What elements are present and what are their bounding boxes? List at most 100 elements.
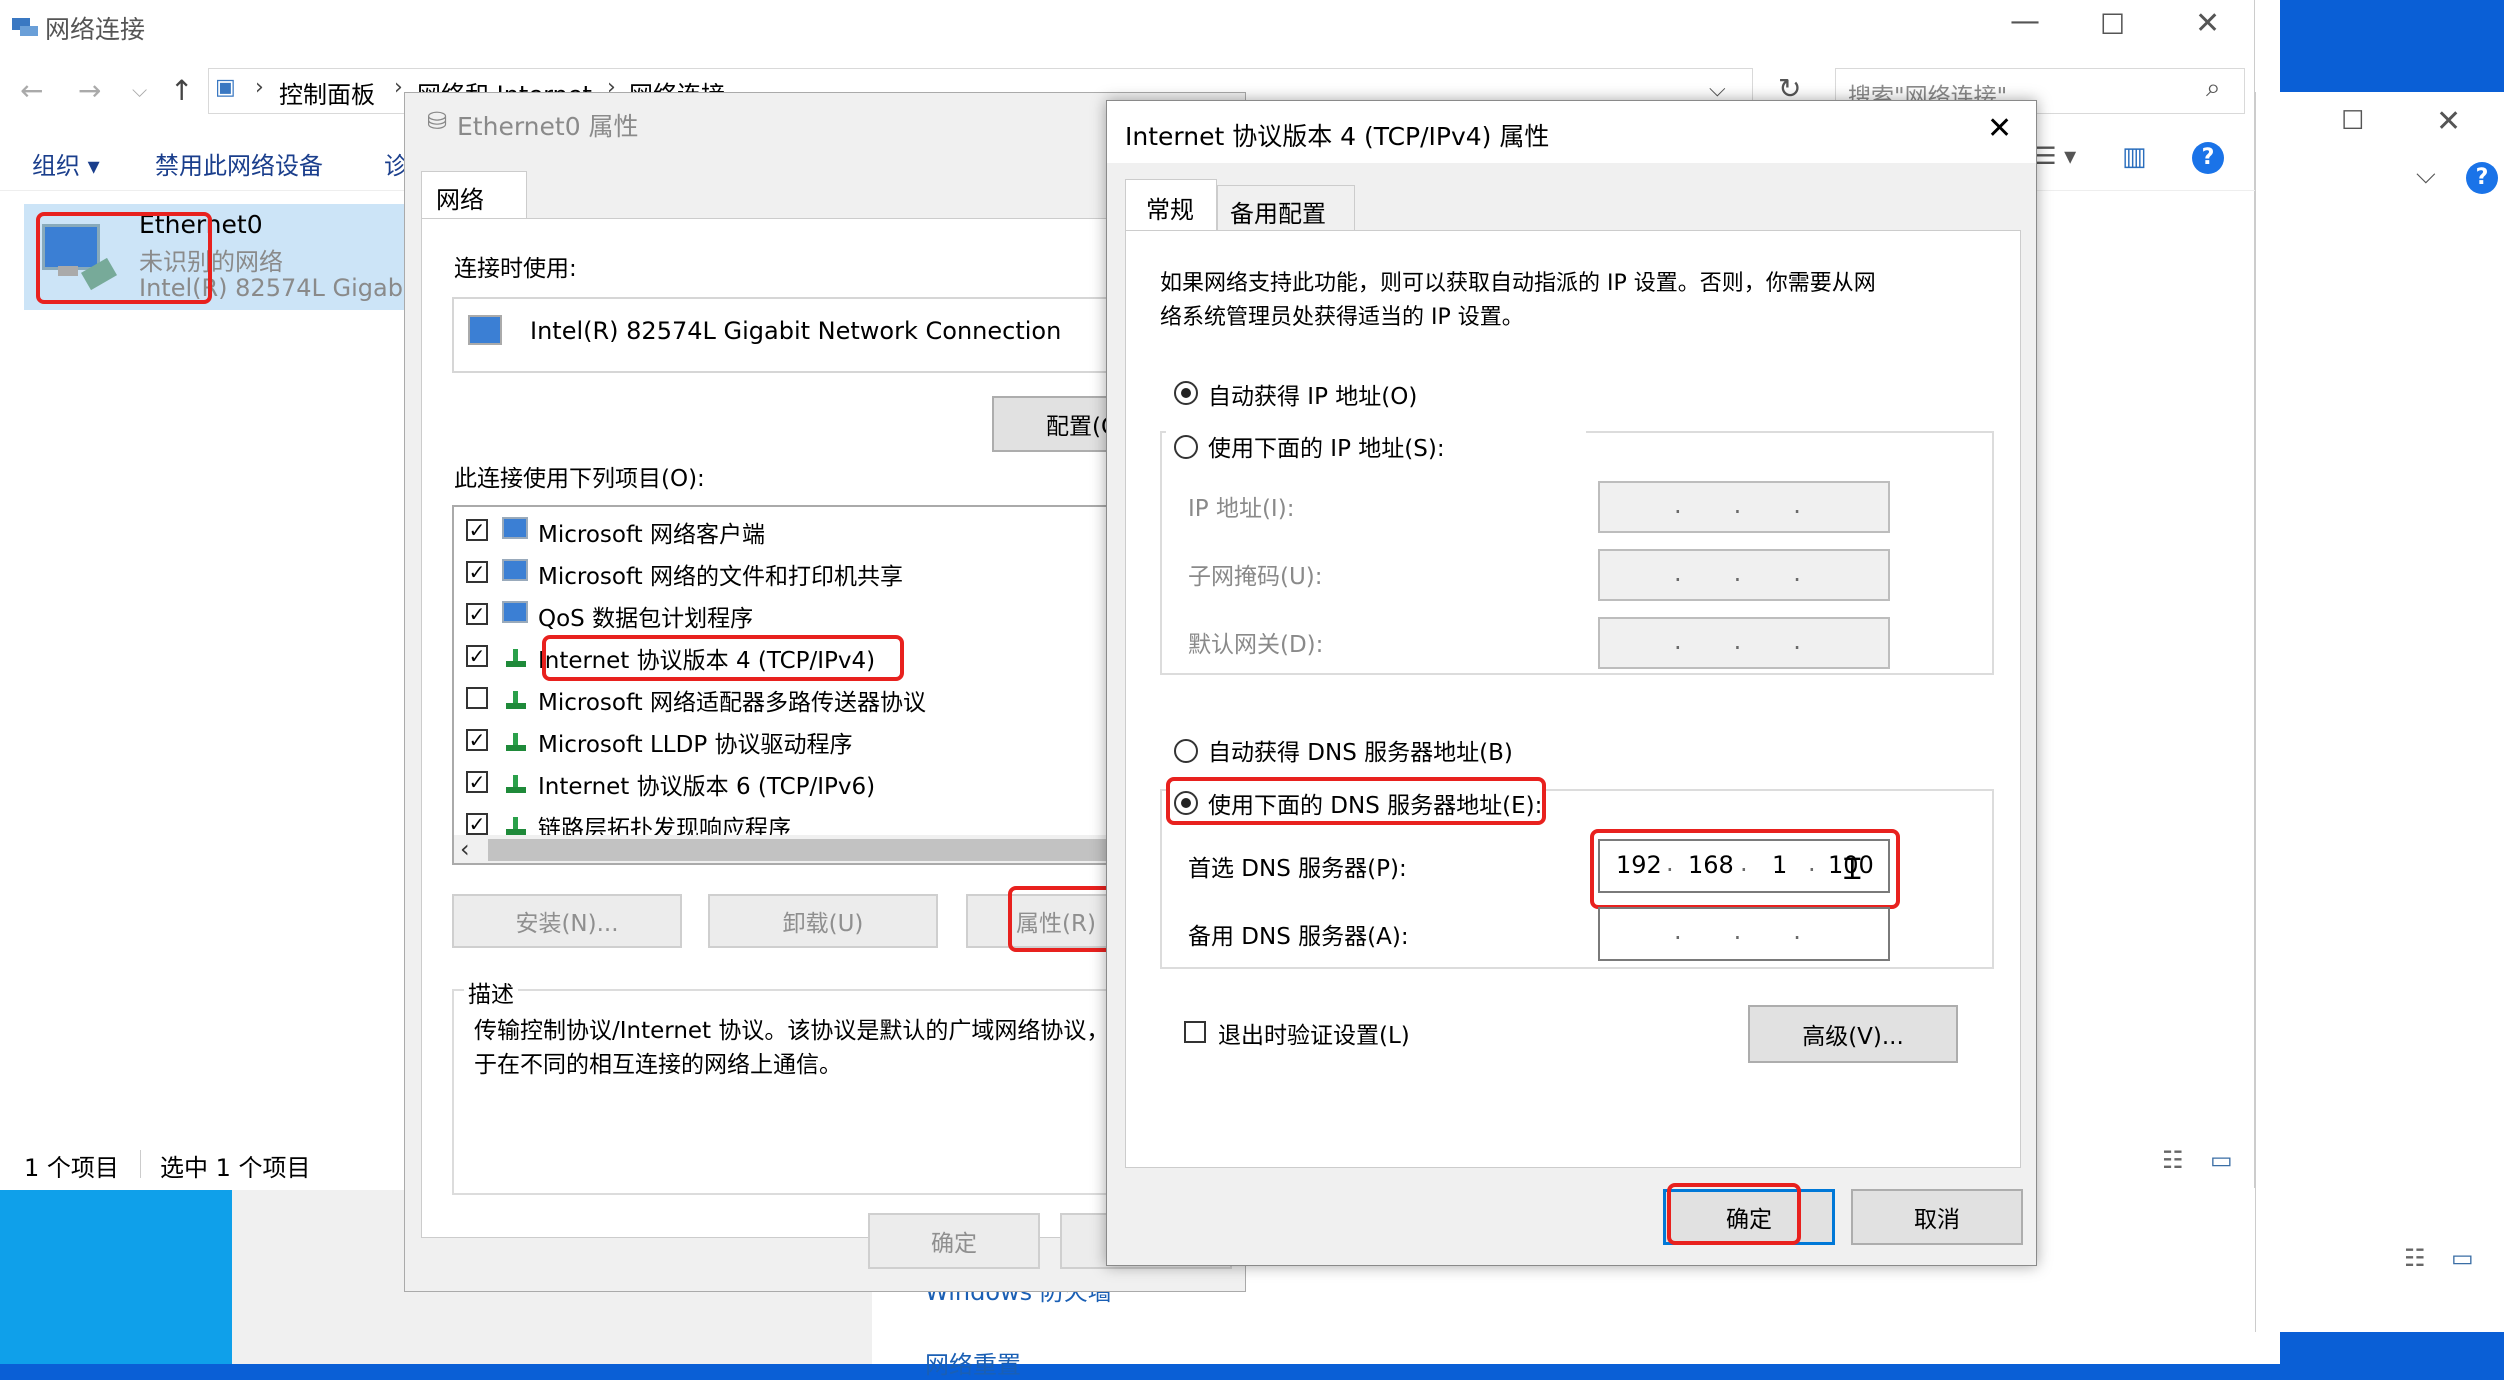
settings-window-right: ☐ ✕ ⌵ ? ☷ ▭ xyxy=(2255,92,2504,1332)
subnet-mask-field[interactable]: ... xyxy=(1598,549,1890,601)
ip-address-label: IP 地址(I): xyxy=(1188,496,1295,522)
protocol-icon xyxy=(506,733,526,751)
scroll-left-icon[interactable]: ‹ xyxy=(460,835,470,863)
tab-network-label: 网络 xyxy=(436,186,484,214)
window-title: 网络连接 xyxy=(45,15,146,44)
help-icon[interactable]: ? xyxy=(2466,162,2498,194)
protocol-icon xyxy=(506,649,526,667)
maximize-icon[interactable]: ☐ xyxy=(2341,106,2364,136)
item-checkbox[interactable]: ✓ xyxy=(466,561,488,583)
manual-ip-label[interactable]: 使用下面的 IP 地址(S): xyxy=(1208,429,1445,463)
item-checkbox[interactable]: ✓ xyxy=(466,813,488,835)
protocol-icon xyxy=(506,691,526,709)
adapter-icon xyxy=(468,315,502,345)
alternate-dns-label: 备用 DNS 服务器(A): xyxy=(1188,924,1409,950)
manual-ip-radio[interactable] xyxy=(1174,435,1198,459)
status-item-count: 1 个项目 xyxy=(24,1154,119,1182)
status-divider xyxy=(140,1150,141,1178)
view-options-icon[interactable]: ☰ ▾ xyxy=(2035,142,2076,170)
tab-general[interactable]: 常规 xyxy=(1125,179,1217,231)
install-button-label: 安装(N)... xyxy=(515,911,619,937)
auto-dns-label[interactable]: 自动获得 DNS 服务器地址(B) xyxy=(1208,733,1513,767)
item-label: Microsoft 网络的文件和打印机共享 xyxy=(538,564,903,590)
highlight-ok-button xyxy=(1667,1183,1801,1245)
protocol-icon xyxy=(506,817,526,835)
close-icon[interactable]: ✕ xyxy=(2436,104,2461,139)
uninstall-button[interactable]: 卸载(U) xyxy=(708,894,938,948)
tab-alternate-label: 备用配置 xyxy=(1230,200,1326,228)
tab-network[interactable]: 网络 xyxy=(421,171,527,219)
organize-menu[interactable]: 组织 ▾ xyxy=(32,146,100,181)
validate-checkbox[interactable] xyxy=(1184,1021,1206,1043)
network-folder-icon xyxy=(12,14,38,36)
general-panel: 如果网络支持此功能，则可以获取自动指派的 IP 设置。否则，你需要从网 络系统管… xyxy=(1125,230,2021,1168)
tiles-view-icon[interactable]: ▭ xyxy=(2210,1146,2233,1174)
validate-label[interactable]: 退出时验证设置(L) xyxy=(1218,1016,1410,1050)
cancel-button[interactable]: 取消 xyxy=(1851,1189,2023,1245)
forward-icon[interactable]: → xyxy=(78,74,101,107)
gateway-field[interactable]: ... xyxy=(1598,617,1890,669)
adapter-name: Intel(R) 82574L Gigabit Network Connecti… xyxy=(530,317,1062,345)
advanced-button[interactable]: 高级(V)... xyxy=(1748,1005,1958,1063)
protocol-icon-stem xyxy=(513,733,518,745)
dialog-network-icon: ⛁ xyxy=(427,107,448,135)
eth-ok-button-label: 确定 xyxy=(931,1231,977,1257)
tiles-view-icon[interactable]: ▭ xyxy=(2451,1244,2474,1272)
description-line-1: 传输控制协议/Internet 协议。该协议是默认的广域网络协议，它提供在不同的… xyxy=(474,1018,1194,1044)
subnet-mask-label: 子网掩码(U): xyxy=(1188,564,1323,590)
scroll-thumb[interactable] xyxy=(488,839,1108,861)
disable-device-button[interactable]: 禁用此网络设备 xyxy=(155,146,323,181)
description-title: 描述 xyxy=(464,975,518,1009)
eth-ok-button[interactable]: 确定 xyxy=(868,1213,1040,1269)
chevron-down-icon[interactable]: ⌵ xyxy=(2416,160,2436,191)
minimize-icon[interactable]: — xyxy=(2010,4,2040,39)
network-client-icon xyxy=(502,601,528,623)
connect-using-label: 连接时使用: xyxy=(454,256,577,282)
preview-pane-icon[interactable]: ▥ xyxy=(2122,142,2147,172)
close-icon[interactable]: ✕ xyxy=(1987,111,2012,146)
close-icon[interactable]: ✕ xyxy=(2195,6,2220,41)
preferred-dns-label: 首选 DNS 服务器(P): xyxy=(1188,856,1407,882)
address-dropdown-icon[interactable]: ⌵ xyxy=(1709,77,1726,102)
tab-alternate[interactable]: 备用配置 xyxy=(1217,185,1355,231)
protocol-icon-stem xyxy=(513,817,518,829)
item-checkbox[interactable]: ✓ xyxy=(466,729,488,751)
item-checkbox[interactable]: ✓ xyxy=(466,603,488,625)
ip-address-field[interactable]: ... xyxy=(1598,481,1890,533)
subnet-mask-dots: ... xyxy=(1674,559,1853,587)
item-checkbox[interactable]: ✓ xyxy=(466,519,488,541)
item-checkbox[interactable]: ✓ xyxy=(466,645,488,667)
dialog-title: Ethernet0 属性 xyxy=(457,112,639,141)
breadcrumb-control-panel[interactable]: 控制面板 xyxy=(279,75,375,110)
details-view-icon[interactable]: ☷ xyxy=(2162,1146,2184,1174)
item-label: Microsoft 网络客户端 xyxy=(538,522,765,548)
details-view-icon[interactable]: ☷ xyxy=(2404,1244,2426,1272)
maximize-icon[interactable]: ☐ xyxy=(2100,8,2125,41)
breadcrumb-sep-icon: › xyxy=(394,75,403,100)
gateway-label: 默认网关(D): xyxy=(1188,632,1324,658)
recent-chevron-icon[interactable]: ⌵ xyxy=(132,78,147,102)
desktop-blue-region xyxy=(0,1190,232,1364)
alternate-dns-field[interactable]: ... xyxy=(1598,907,1890,961)
search-icon: ⌕ xyxy=(2206,73,2221,103)
item-checkbox[interactable] xyxy=(466,687,488,709)
advanced-button-label: 高级(V)... xyxy=(1802,1024,1904,1050)
highlight-preferred-dns xyxy=(1590,829,1900,909)
item-checkbox[interactable]: ✓ xyxy=(466,771,488,793)
auto-ip-label[interactable]: 自动获得 IP 地址(O) xyxy=(1208,377,1417,411)
tab-general-label: 常规 xyxy=(1146,196,1194,224)
item-label: Microsoft 网络适配器多路传送器协议 xyxy=(538,690,926,716)
status-selected: 选中 1 个项目 xyxy=(160,1154,311,1182)
install-button[interactable]: 安装(N)... xyxy=(452,894,682,948)
dialog-title: Internet 协议版本 4 (TCP/IPv4) 属性 xyxy=(1125,122,1550,151)
highlight-ethernet0-icon xyxy=(36,212,212,304)
help-icon[interactable]: ? xyxy=(2192,142,2224,174)
up-icon[interactable]: ↑ xyxy=(170,74,193,107)
alternate-dns-dots: ... xyxy=(1674,917,1853,945)
auto-dns-radio[interactable] xyxy=(1174,739,1198,763)
network-client-icon xyxy=(502,517,528,539)
back-icon[interactable]: ← xyxy=(20,74,43,107)
breadcrumb-network-icon: ▣ xyxy=(215,75,236,100)
network-reset-link[interactable]: 网络重置 xyxy=(925,1345,1021,1380)
auto-ip-radio[interactable] xyxy=(1174,381,1198,405)
